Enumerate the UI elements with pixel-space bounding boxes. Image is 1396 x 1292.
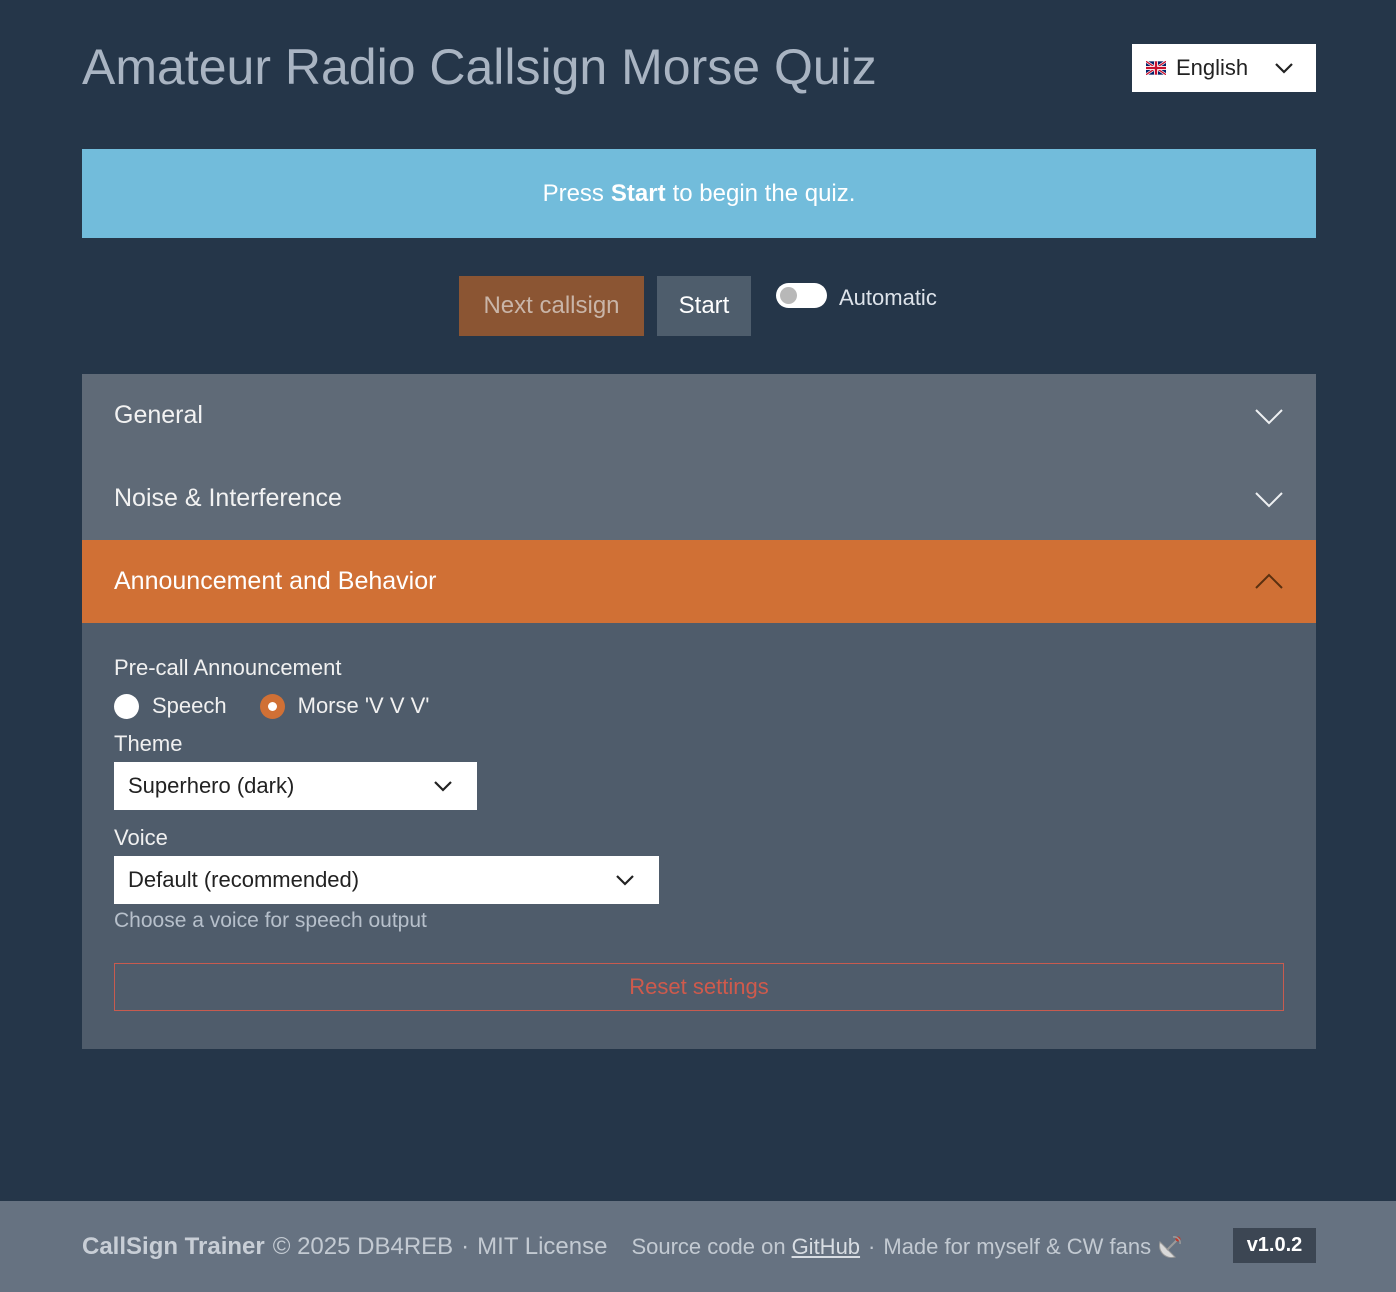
theme-select[interactable]: Superhero (dark): [114, 762, 477, 810]
theme-label: Theme: [114, 731, 183, 756]
accordion-announcement-label: Announcement and Behavior: [114, 567, 437, 595]
status-banner: Press Start to begin the quiz.: [82, 149, 1316, 238]
voice-help-text: Choose a voice for speech output: [114, 909, 427, 932]
chevron-down-icon: [1275, 63, 1293, 74]
reset-settings-button[interactable]: Reset settings: [114, 963, 1284, 1011]
next-callsign-button[interactable]: Next callsign: [459, 276, 644, 336]
uk-flag-icon: [1146, 61, 1166, 75]
theme-select-value: Superhero (dark): [128, 773, 295, 798]
footer-copyright: © 2025 DB4REB: [272, 1232, 454, 1260]
chevron-down-icon: [1255, 492, 1283, 508]
page-title: Amateur Radio Callsign Morse Quiz: [82, 39, 877, 95]
chevron-down-icon: [434, 781, 452, 792]
voice-select[interactable]: Default (recommended): [114, 856, 659, 904]
voice-label: Voice: [114, 825, 168, 850]
radio-morse-vvv[interactable]: [259, 693, 285, 719]
radio-speech[interactable]: [114, 693, 139, 719]
satellite-antenna-icon: [1159, 1235, 1181, 1258]
radio-speech-label: Speech: [152, 693, 227, 718]
github-link[interactable]: GitHub: [792, 1234, 860, 1260]
footer: CallSign Trainer © 2025 DB4REB · MIT Lic…: [0, 1201, 1396, 1292]
accordion-general-label: General: [114, 401, 203, 429]
language-label: English: [1176, 55, 1249, 80]
automatic-label: Automatic: [839, 285, 937, 310]
chevron-up-icon: [1255, 573, 1283, 589]
footer-separator: ·: [868, 1233, 876, 1259]
start-button[interactable]: Start: [657, 276, 751, 336]
version-badge: v1.0.2: [1233, 1228, 1316, 1263]
accordion-announcement[interactable]: Announcement and Behavior: [82, 540, 1316, 623]
accordion-announcement-body: Pre-call Announcement Speech Morse 'V V …: [82, 623, 1316, 1049]
banner-bold: Start: [610, 179, 666, 207]
precall-label: Pre-call Announcement: [114, 655, 342, 680]
footer-made-for: Made for myself & CW fans: [883, 1233, 1152, 1259]
accordion-general[interactable]: General: [82, 374, 1316, 457]
settings-accordion: General Noise & Interference Announcemen…: [82, 374, 1316, 1049]
banner-prefix: Press: [542, 179, 604, 207]
radio-morse-label: Morse 'V V V': [297, 693, 430, 718]
footer-license: MIT License: [477, 1232, 608, 1260]
footer-source-prefix: Source code on: [631, 1233, 786, 1259]
accordion-noise-label: Noise & Interference: [114, 484, 342, 512]
precall-radio-group: Speech Morse 'V V V': [114, 693, 463, 719]
voice-select-value: Default (recommended): [128, 867, 360, 892]
footer-brand: CallSign Trainer: [82, 1232, 265, 1260]
chevron-down-icon: [1255, 409, 1283, 425]
automatic-toggle[interactable]: [776, 283, 827, 308]
language-select[interactable]: English: [1132, 44, 1316, 92]
footer-separator: ·: [461, 1232, 470, 1260]
banner-suffix: to begin the quiz.: [672, 179, 856, 207]
page: Amateur Radio Callsign Morse Quiz Englis…: [0, 0, 1396, 1292]
chevron-down-icon: [616, 875, 634, 886]
accordion-noise[interactable]: Noise & Interference: [82, 457, 1316, 540]
toggle-knob: [780, 287, 797, 304]
